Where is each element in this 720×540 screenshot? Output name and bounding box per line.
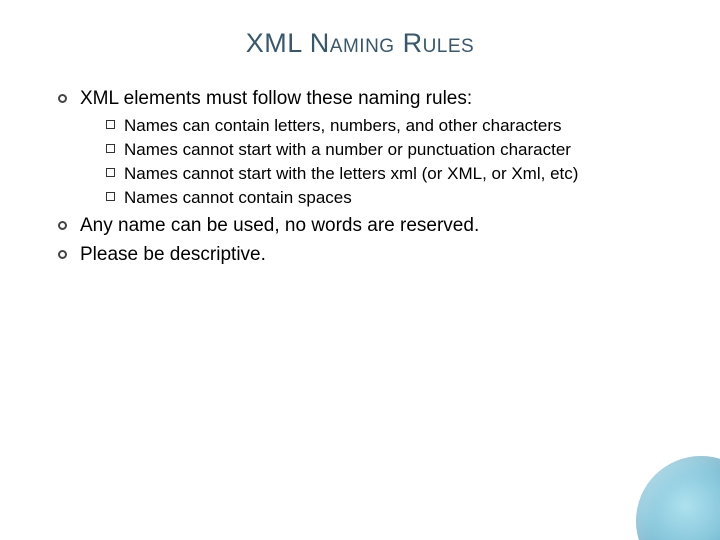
list-item: Any name can be used, no words are reser… <box>58 214 680 238</box>
list-item: Names can contain letters, numbers, and … <box>106 115 680 137</box>
slide-title: XML Naming Rules <box>40 28 680 59</box>
list-item: Names cannot start with the letters xml … <box>106 163 680 185</box>
slide: XML Naming Rules XML elements must follo… <box>0 0 720 540</box>
list-item-text: Names cannot start with a number or punc… <box>124 140 571 159</box>
list-item-text: Names cannot start with the letters xml … <box>124 164 578 183</box>
list-item-text: Names cannot contain spaces <box>124 188 352 207</box>
list-item-text: Please be descriptive. <box>80 244 266 265</box>
list-item: Please be descriptive. <box>58 243 680 267</box>
sub-bullet-list: Names can contain letters, numbers, and … <box>80 115 680 208</box>
list-item: Names cannot start with a number or punc… <box>106 139 680 161</box>
list-item: Names cannot contain spaces <box>106 187 680 209</box>
decorative-sphere <box>636 456 720 540</box>
bullet-list: XML elements must follow these naming ru… <box>40 87 680 267</box>
list-item-text: XML elements must follow these naming ru… <box>80 88 472 109</box>
list-item-text: Names can contain letters, numbers, and … <box>124 116 562 135</box>
slide-body: XML elements must follow these naming ru… <box>40 87 680 267</box>
list-item: XML elements must follow these naming ru… <box>58 87 680 208</box>
list-item-text: Any name can be used, no words are reser… <box>80 215 479 236</box>
